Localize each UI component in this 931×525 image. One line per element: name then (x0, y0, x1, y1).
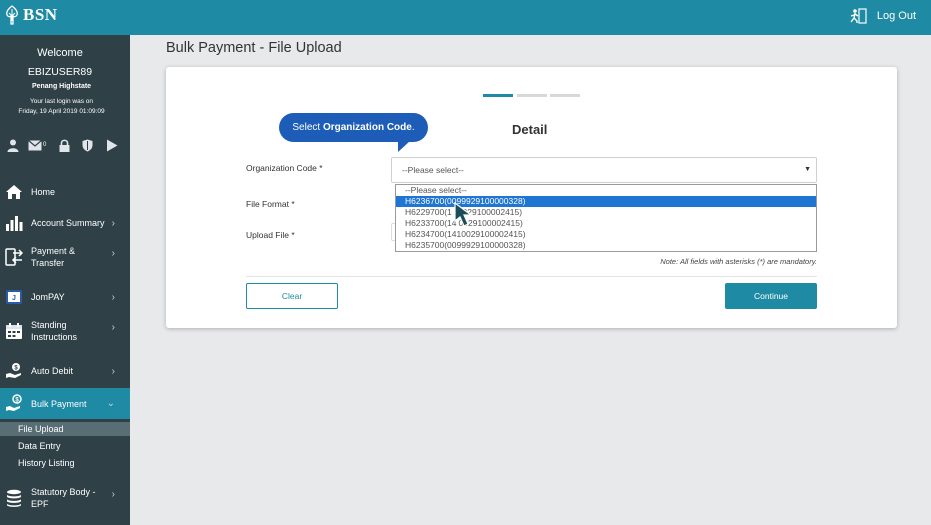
label-line-2: EPF (31, 499, 49, 509)
mouse-cursor-icon (454, 202, 473, 227)
step-indicator (550, 94, 580, 97)
company-name: Penang Highstate (31, 83, 92, 90)
top-bar: BSN Log Out (0, 0, 931, 35)
tooltip-prefix: Select (292, 122, 323, 133)
chevron-right-icon: › (111, 365, 115, 377)
lock-icon[interactable] (59, 138, 70, 152)
sidebar-item-standing-instructions[interactable]: Standing Instructions › (0, 316, 130, 346)
sidebar-item-payment-transfer[interactable]: Payment & Transfer › (0, 242, 130, 272)
username: EBIZUSER89 (27, 66, 93, 78)
tooltip-bold: Organization Code (322, 122, 412, 133)
sidebar-item-jompay[interactable]: J JomPAY › (0, 285, 130, 309)
upload-card: Select Organization Code. Detail Organiz… (166, 67, 897, 328)
tree-logo-icon (6, 5, 18, 25)
dropdown-option[interactable]: H6234700(1410029100002415) (396, 229, 816, 240)
step-indicator (517, 94, 547, 97)
sidebar-item-auto-debit[interactable]: $ Auto Debit › (0, 359, 130, 383)
hand-coin-icon: $ (6, 363, 21, 378)
jompay-icon: J (6, 290, 22, 304)
sidebar-item-label: Bulk Payment (31, 398, 87, 409)
label-line-1: Statutory Body - (31, 487, 96, 497)
org-code-select[interactable]: --Please select-- ▼ (391, 157, 817, 183)
sidebar-item-bulk-payment[interactable]: $ Bulk Payment ⌄ (0, 388, 130, 419)
profile-icon[interactable] (7, 138, 19, 152)
sidebar-item-label: Payment & Transfer (31, 245, 75, 269)
guide-tooltip: Select Organization Code. (279, 113, 428, 142)
subnav-history-listing[interactable]: History Listing (0, 456, 130, 470)
sidebar-item-label: Statutory Body - EPF (31, 486, 96, 510)
org-code-label: Organization Code * (246, 163, 323, 173)
sidebar-item-label: JomPAY (31, 292, 65, 302)
chevron-right-icon: › (111, 322, 115, 333)
logout-label: Log Out (876, 10, 916, 22)
label-line-2: Transfer (31, 258, 65, 268)
clear-button[interactable]: Clear (246, 283, 338, 309)
caret-down-icon: ▼ (804, 166, 811, 173)
upload-file-label: Upload File * (246, 230, 295, 240)
home-icon (6, 185, 22, 199)
last-login-label: Your last login was on (30, 98, 93, 105)
chevron-right-icon: › (111, 291, 115, 303)
page-title: Bulk Payment - File Upload (166, 40, 342, 56)
option-text-part: H6233700(14 (405, 218, 457, 228)
sidebar-item-label: Auto Debit (31, 366, 74, 376)
bsn-logo[interactable]: BSN (4, 5, 58, 25)
sidebar-item-statutory-body-epf[interactable]: Statutory Body - EPF › (0, 483, 130, 513)
quick-icons: 0 (5, 138, 123, 152)
select-value: --Please select-- (402, 165, 464, 175)
mandatory-note: Note: All fields with asterisks (*) are … (660, 257, 817, 266)
play-icon[interactable] (106, 138, 118, 152)
sidebar-item-label: Account Summary (31, 218, 105, 228)
brand-name: BSN (23, 5, 58, 24)
step-indicator-active (483, 94, 513, 97)
exit-icon (850, 8, 867, 24)
continue-button[interactable]: Continue (725, 283, 817, 309)
shield-icon[interactable] (82, 138, 93, 152)
sidebar-item-label: Home (31, 187, 56, 197)
option-text-part: H6229700(1 (405, 207, 452, 217)
welcome-text: Welcome (37, 47, 83, 59)
logout-button[interactable]: Log Out (849, 8, 916, 24)
bar-chart-icon (6, 216, 23, 231)
subnav-data-entry[interactable]: Data Entry (0, 439, 130, 453)
label-line-1: Standing (31, 320, 67, 330)
tooltip-suffix: . (411, 122, 415, 133)
calendar-icon (6, 323, 22, 339)
bulk-payment-icon: $ (6, 394, 22, 411)
transfer-icon (5, 248, 23, 266)
section-title: Detail (512, 122, 548, 137)
mail-icon[interactable]: 0 (28, 138, 46, 152)
tooltip-pointer (398, 141, 410, 152)
svg-text:J: J (12, 295, 16, 302)
chevron-right-icon: › (111, 217, 115, 229)
subnav-file-upload[interactable]: File Upload (0, 422, 130, 436)
sidebar-item-label: Standing Instructions (31, 319, 77, 343)
dropdown-option[interactable]: H6235700(0099929100000328) (396, 240, 816, 251)
chevron-down-icon: ⌄ (106, 398, 115, 409)
divider (246, 276, 817, 277)
label-line-1: Payment & (31, 246, 76, 256)
mail-count: 0 (43, 142, 47, 148)
chevron-right-icon: › (111, 248, 115, 259)
chevron-right-icon: › (111, 489, 115, 500)
last-login: Your last login was on Friday, 19 April … (0, 97, 123, 117)
coins-stack-icon (7, 489, 21, 507)
sidebar-item-home[interactable]: Home (0, 180, 130, 204)
sidebar: Welcome EBIZUSER89 Penang Highstate Your… (0, 35, 130, 525)
sidebar-item-account-summary[interactable]: Account Summary › (0, 211, 130, 235)
file-format-label: File Format * (246, 199, 295, 209)
last-login-date: Friday, 19 April 2019 01:09:09 (18, 108, 105, 115)
label-line-2: Instructions (31, 332, 78, 342)
dropdown-option[interactable]: --Please select-- (396, 185, 816, 196)
